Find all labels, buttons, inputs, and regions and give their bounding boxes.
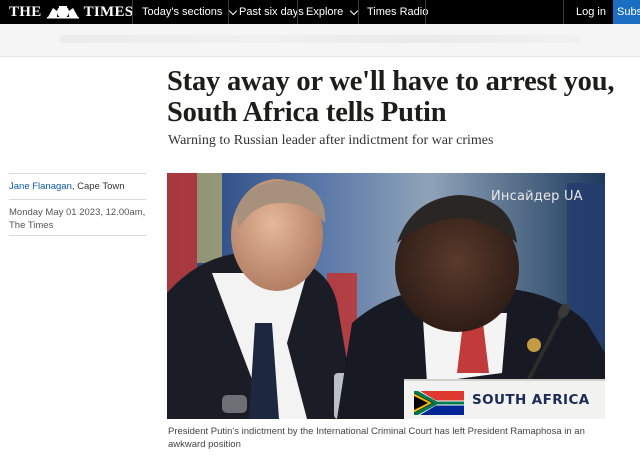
nav-past-six-days-label: Past six days [239,6,304,18]
nav-todays-sections-label: Today's sections [142,6,223,18]
placard-label: SOUTH AFRICA [472,392,590,408]
publication-name: The Times [9,220,54,231]
article-headline: Stay away or we'll have to arrest you, S… [167,66,615,128]
nav-divider [425,0,426,24]
photo-watermark: Инсайдер UA [491,189,583,204]
nav-divider [228,0,229,24]
byline-location: , Cape Town [71,181,125,192]
nav-times-radio[interactable]: Times Radio [367,0,428,24]
nav-divider [563,0,564,24]
nav-explore-label: Explore [306,6,344,18]
nav-explore[interactable]: Explore [306,0,359,24]
login-link[interactable]: Log in [576,0,606,24]
author-link[interactable]: Jane Flanagan [9,181,72,192]
nav-divider [132,0,133,24]
article-standfirst: Warning to Russian leader after indictme… [168,133,494,148]
publish-date: Monday May 01 2023, 12.00am, [9,207,146,218]
byline: Jane Flanagan, Cape Town [9,174,146,200]
logo-text-times: TIMES [83,3,134,20]
chevron-down-icon [229,6,238,15]
ad-placeholder [60,35,580,43]
nav-past-six-days[interactable]: Past six days [239,0,304,24]
subscribe-button[interactable]: Subscribe [613,0,640,24]
royal-crest-icon [46,6,79,19]
times-logo[interactable]: THE TIMES [9,3,133,21]
publish-dateline: Monday May 01 2023, 12.00am, The Times [9,200,146,236]
nav-divider [358,0,359,24]
south-africa-flag-icon [414,391,464,415]
ad-banner-strip [0,24,640,57]
photo-caption: President Putin's indictment by the Inte… [168,426,585,450]
nav-todays-sections[interactable]: Today's sections [142,0,238,24]
nav-divider [297,0,298,24]
byline-panel: Jane Flanagan, Cape Town Monday May 01 2… [9,173,146,236]
article-photo[interactable]: Инсайдер UA SOUTH AFRICA [167,173,605,419]
top-navigation: THE TIMES Today's sections Past six days… [0,0,640,24]
nav-times-radio-label: Times Radio [367,6,429,18]
logo-text-the: THE [9,3,42,20]
country-placard: SOUTH AFRICA [404,379,605,419]
